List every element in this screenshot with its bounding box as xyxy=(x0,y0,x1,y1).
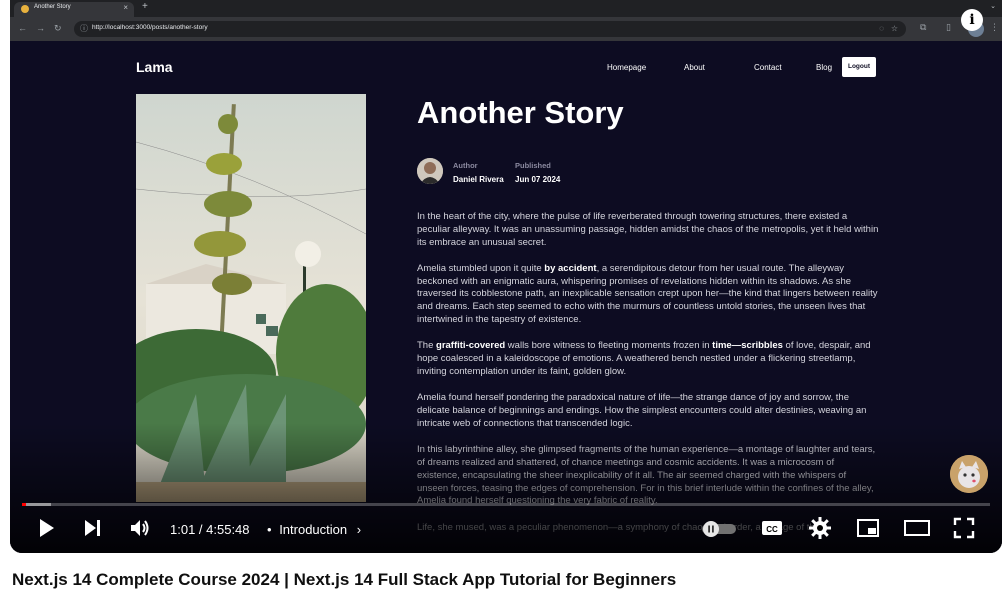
close-tab-icon[interactable]: × xyxy=(123,3,128,12)
extensions-icon[interactable]: ⧉ xyxy=(920,22,926,33)
theater-icon[interactable] xyxy=(904,516,930,545)
bold-text: by accident xyxy=(544,262,597,274)
post-paragraph: The graffiti-covered walls bore witness … xyxy=(417,340,879,378)
browser-tab[interactable]: Another Story × xyxy=(14,2,134,17)
nav-homepage[interactable]: Homepage xyxy=(607,63,646,72)
video-player[interactable]: Another Story × + ⌄ ← → ↻ ⓘ http://local… xyxy=(10,0,1002,553)
author-meta: Author Daniel Rivera xyxy=(453,161,504,184)
post-paragraph: Amelia stumbled upon it quite by acciden… xyxy=(417,263,879,327)
published-meta: Published Jun 07 2024 xyxy=(515,161,560,184)
site-logo[interactable]: Lama xyxy=(136,59,173,75)
chapter-separator: • xyxy=(267,522,272,537)
author-avatar xyxy=(417,158,443,184)
logout-button[interactable]: Logout xyxy=(842,57,876,77)
bookmark-star-icon[interactable]: ☆ xyxy=(891,24,898,33)
chapter-button[interactable]: • Introduction › xyxy=(267,522,361,537)
paragraph-text: Amelia stumbled upon it quite xyxy=(417,262,545,274)
paragraph-text: The xyxy=(417,340,437,352)
svg-text:CC: CC xyxy=(766,525,778,534)
time-display: 1:01 / 4:55:48 xyxy=(170,522,250,537)
tab-title: Another Story xyxy=(34,4,71,10)
captions-icon[interactable]: CC xyxy=(760,516,784,545)
bold-text: time—scribbles xyxy=(712,340,783,352)
address-bar[interactable]: ⓘ http://localhost:3000/posts/another-st… xyxy=(74,21,906,37)
forward-icon[interactable]: → xyxy=(36,23,45,33)
video-title: Next.js 14 Complete Course 2024 | Next.j… xyxy=(12,570,677,589)
progress-bar[interactable] xyxy=(22,503,990,506)
player-controls: 1:01 / 4:55:48 • Introduction › CC xyxy=(10,512,1002,548)
author-label: Author xyxy=(453,161,478,170)
nav-contact[interactable]: Contact xyxy=(754,63,782,72)
url-text: http://localhost:3000/posts/another-stor… xyxy=(92,24,208,31)
back-icon[interactable]: ← xyxy=(18,23,27,33)
progress-loaded xyxy=(22,503,52,506)
tab-search-icon[interactable]: ⌄ xyxy=(990,2,996,10)
favicon-icon xyxy=(21,5,29,13)
nav-blog[interactable]: Blog xyxy=(816,63,832,72)
progress-played xyxy=(22,503,26,506)
browser-tab-bar: Another Story × + ⌄ xyxy=(10,0,1002,17)
channel-avatar[interactable] xyxy=(950,455,988,493)
volume-icon[interactable] xyxy=(128,516,152,545)
autoplay-toggle[interactable] xyxy=(702,521,736,542)
new-tab-icon[interactable]: + xyxy=(142,1,148,12)
author-name: Daniel Rivera xyxy=(453,175,504,184)
paragraph-text: In the heart of the city, where the puls… xyxy=(417,211,879,248)
play-icon[interactable] xyxy=(34,516,58,545)
eye-off-icon[interactable]: ◌ xyxy=(879,24,884,33)
fullscreen-icon[interactable] xyxy=(952,516,976,545)
post-paragraph: In the heart of the city, where the puls… xyxy=(417,211,879,249)
chevron-right-icon: › xyxy=(356,522,362,537)
miniplayer-icon[interactable] xyxy=(856,516,880,545)
info-icon[interactable]: i xyxy=(961,9,983,31)
published-date: Jun 07 2024 xyxy=(515,175,561,184)
post-title: Another Story xyxy=(417,95,624,130)
next-icon[interactable] xyxy=(80,516,104,545)
paragraph-text: walls bore witness to fleeting moments f… xyxy=(505,340,713,352)
published-label: Published xyxy=(515,161,551,170)
site-info-icon[interactable]: ⓘ xyxy=(80,23,88,34)
nav-about[interactable]: About xyxy=(684,63,705,72)
browser-toolbar: ← → ↻ ⓘ http://localhost:3000/posts/anot… xyxy=(10,17,1002,41)
chapter-title: Introduction xyxy=(279,522,348,537)
side-panel-icon[interactable]: ▯ xyxy=(946,22,951,33)
reload-icon[interactable]: ↻ xyxy=(54,23,62,34)
browser-menu-icon[interactable]: ⋮ xyxy=(990,22,999,33)
bold-text: graffiti-covered xyxy=(436,340,506,352)
settings-icon[interactable] xyxy=(808,516,832,545)
